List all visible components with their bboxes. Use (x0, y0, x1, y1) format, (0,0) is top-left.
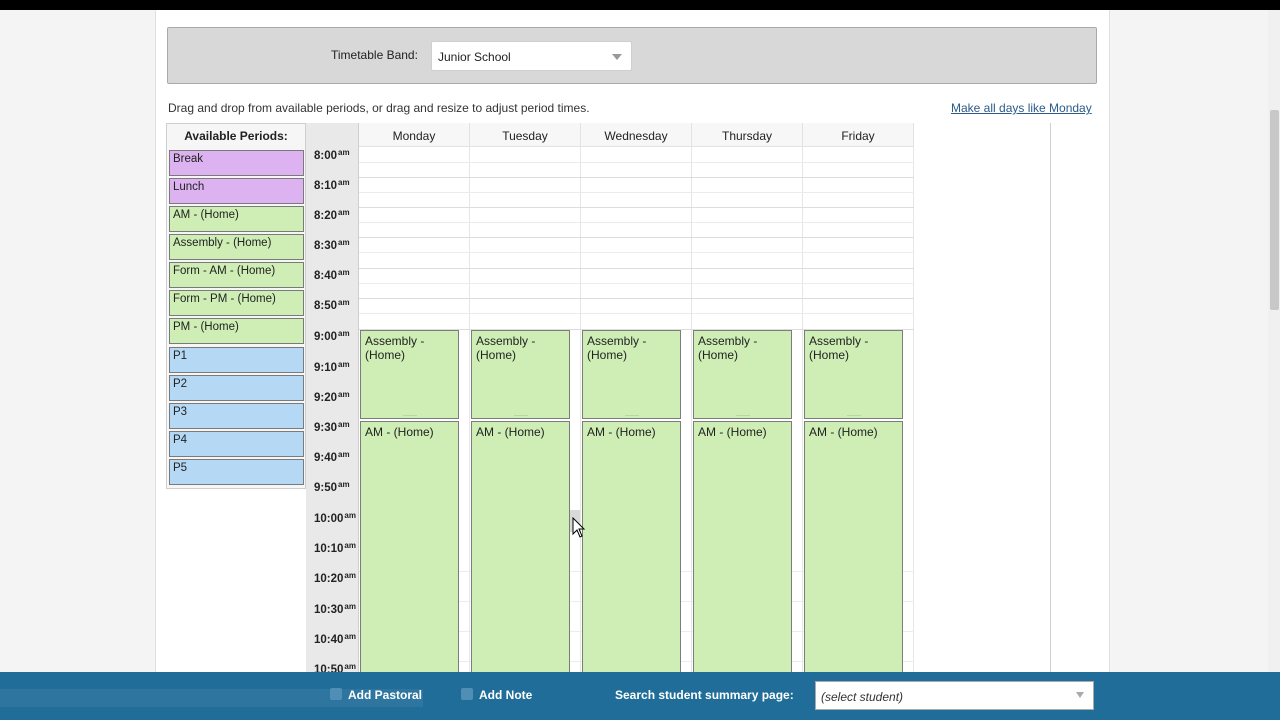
day-header-friday: Friday (803, 123, 914, 147)
period-am-home[interactable]: AM - (Home) (169, 206, 304, 232)
time-label: 9:40am (314, 450, 350, 464)
period-lunch[interactable]: Lunch (169, 178, 304, 204)
event-assembly-friday[interactable]: Assembly - (Home) (804, 330, 903, 419)
chevron-down-icon (612, 54, 622, 60)
event-assembly-tuesday[interactable]: Assembly - (Home) (471, 330, 570, 419)
time-label: 10:00am (314, 511, 356, 525)
period-pm-home[interactable]: PM - (Home) (169, 318, 304, 344)
add-note-button[interactable]: Add Note (479, 688, 532, 702)
time-label: 9:50am (314, 480, 350, 494)
timetable-band-select[interactable]: Junior School (431, 41, 632, 71)
period-p2[interactable]: P2 (169, 375, 304, 401)
resize-handle[interactable] (625, 415, 639, 417)
event-am-home-wednesday[interactable]: AM - (Home) (582, 421, 681, 672)
chevron-down-icon (1076, 692, 1084, 698)
period-p3[interactable]: P3 (169, 403, 304, 429)
grid-line (359, 268, 914, 269)
grid-line (359, 313, 914, 314)
time-label: 10:20am (314, 571, 356, 585)
time-label: 8:10am (314, 178, 350, 192)
time-label: 9:30am (314, 420, 350, 434)
available-periods-panel: Available Periods: Break Lunch AM - (Hom… (166, 123, 306, 489)
top-bar (0, 0, 1280, 10)
time-label: 10:30am (314, 602, 356, 616)
timetable-band-panel (167, 27, 1097, 84)
day-header-thursday: Thursday (692, 123, 803, 147)
day-header-monday: Monday (359, 123, 470, 147)
timetable-band-label: Timetable Band: (331, 48, 418, 62)
grid-line (359, 222, 914, 223)
event-am-home-thursday[interactable]: AM - (Home) (693, 421, 792, 672)
grid-line (359, 162, 914, 163)
event-assembly-thursday[interactable]: Assembly - (Home) (693, 330, 792, 419)
period-p4[interactable]: P4 (169, 431, 304, 457)
time-label: 8:20am (314, 208, 350, 222)
available-periods-title: Available Periods: (184, 129, 288, 143)
grid-line (359, 192, 914, 193)
period-p5[interactable]: P5 (169, 459, 304, 485)
time-label: 8:50am (314, 298, 350, 312)
time-label: 8:00am (314, 148, 350, 162)
time-label: 10:10am (314, 541, 356, 555)
day-header-wednesday: Wednesday (581, 123, 692, 147)
grid-line (359, 283, 914, 284)
period-assembly-home[interactable]: Assembly - (Home) (169, 234, 304, 260)
time-label: 9:20am (314, 390, 350, 404)
resize-handle[interactable] (847, 415, 861, 417)
event-am-home-tuesday[interactable]: AM - (Home) (471, 421, 570, 672)
grid-line (359, 177, 914, 178)
grid-line (359, 298, 914, 299)
search-student-label: Search student summary page: (615, 688, 794, 702)
event-assembly-monday[interactable]: Assembly - (Home) (360, 330, 459, 419)
event-assembly-wednesday[interactable]: Assembly - (Home) (582, 330, 681, 419)
mouse-pointer-icon (572, 517, 586, 538)
resize-handle[interactable] (736, 415, 750, 417)
grid-line (359, 237, 914, 238)
note-icon (461, 688, 473, 700)
pastoral-icon (330, 688, 342, 700)
period-form-am-home[interactable]: Form - AM - (Home) (169, 262, 304, 288)
time-label: 9:00am (314, 329, 350, 343)
day-header-tuesday: Tuesday (470, 123, 581, 147)
time-label: 10:40am (314, 632, 356, 646)
event-am-home-monday[interactable]: AM - (Home) (360, 421, 459, 672)
add-pastoral-button[interactable]: Add Pastoral (348, 688, 422, 702)
period-p1[interactable]: P1 (169, 347, 304, 373)
time-label: 10:50am (314, 662, 356, 672)
time-label: 8:40am (314, 268, 350, 282)
timetable-grid: 8:00am 8:10am 8:20am 8:30am 8:40am 8:50a… (306, 123, 1051, 672)
make-all-days-like-monday-link[interactable]: Make all days like Monday (951, 101, 1092, 115)
grid-line (359, 207, 914, 208)
page-scrollbar-thumb[interactable] (1270, 110, 1279, 310)
time-column: 8:00am 8:10am 8:20am 8:30am 8:40am 8:50a… (306, 123, 359, 672)
event-am-home-friday[interactable]: AM - (Home) (804, 421, 903, 672)
select-student-placeholder: (select student) (821, 690, 904, 704)
instructions-text: Drag and drop from available periods, or… (168, 101, 590, 115)
period-form-pm-home[interactable]: Form - PM - (Home) (169, 290, 304, 316)
grid-line (359, 252, 914, 253)
timetable-band-value: Junior School (438, 50, 511, 64)
resize-handle[interactable] (403, 415, 417, 417)
time-label: 9:10am (314, 360, 350, 374)
resize-handle[interactable] (514, 415, 528, 417)
time-label: 8:30am (314, 238, 350, 252)
search-icon (594, 688, 606, 700)
period-break[interactable]: Break (169, 150, 304, 176)
select-student-dropdown[interactable]: (select student) (815, 681, 1094, 710)
